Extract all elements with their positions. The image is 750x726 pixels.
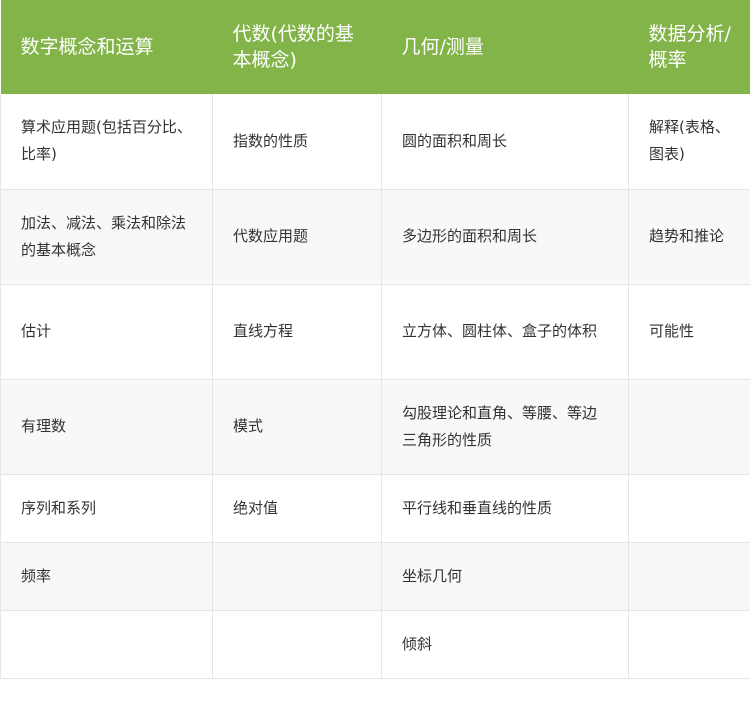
table-cell: 平行线和垂直线的性质 — [381, 473, 629, 543]
header-row: 数字概念和运算 代数(代数的基本概念) 几何/测量 数据分析/概率 — [0, 0, 750, 94]
table-cell: 指数的性质 — [212, 94, 382, 190]
table-cell: 坐标几何 — [381, 541, 629, 611]
table-cell: 勾股理论和直角、等腰、等边三角形的性质 — [381, 378, 629, 475]
table-row: 算术应用题(包括百分比、比率) 指数的性质 圆的面积和周长 解释(表格、图表) — [0, 94, 750, 190]
table-row: 有理数 模式 勾股理论和直角、等腰、等边三角形的性质 — [0, 378, 750, 475]
header-number-concepts: 数字概念和运算 — [0, 0, 213, 94]
table-cell: 解释(表格、图表) — [628, 94, 750, 190]
table-cell: 绝对值 — [212, 473, 382, 543]
header-geometry: 几何/测量 — [381, 0, 629, 94]
table-cell: 模式 — [212, 378, 382, 475]
table-cell: 代数应用题 — [212, 188, 382, 285]
table-cell: 有理数 — [0, 378, 213, 475]
table-cell: 可能性 — [628, 283, 750, 380]
table-cell — [628, 541, 750, 611]
table-cell — [628, 473, 750, 543]
table-row: 序列和系列 绝对值 平行线和垂直线的性质 — [0, 473, 750, 543]
table-cell: 加法、减法、乘法和除法的基本概念 — [0, 188, 213, 285]
table-cell: 算术应用题(包括百分比、比率) — [0, 94, 213, 190]
table-cell: 立方体、圆柱体、盒子的体积 — [381, 283, 629, 380]
header-data-analysis: 数据分析/概率 — [628, 0, 750, 94]
table-header: 数字概念和运算 代数(代数的基本概念) 几何/测量 数据分析/概率 — [0, 0, 750, 94]
table-row: 频率 坐标几何 — [0, 541, 750, 611]
table-row: 加法、减法、乘法和除法的基本概念 代数应用题 多边形的面积和周长 趋势和推论 — [0, 188, 750, 285]
header-algebra: 代数(代数的基本概念) — [212, 0, 382, 94]
table-cell — [212, 541, 382, 611]
table-cell: 直线方程 — [212, 283, 382, 380]
table-row: 估计 直线方程 立方体、圆柱体、盒子的体积 可能性 — [0, 283, 750, 380]
table-cell: 多边形的面积和周长 — [381, 188, 629, 285]
table-cell: 圆的面积和周长 — [381, 94, 629, 190]
table-cell: 趋势和推论 — [628, 188, 750, 285]
table-body: 算术应用题(包括百分比、比率) 指数的性质 圆的面积和周长 解释(表格、图表) … — [0, 94, 750, 679]
table-row: 倾斜 — [0, 609, 750, 679]
table-cell: 倾斜 — [381, 609, 629, 679]
table-cell: 序列和系列 — [0, 473, 213, 543]
table-cell: 估计 — [0, 283, 213, 380]
table-cell: 频率 — [0, 541, 213, 611]
table-cell — [628, 378, 750, 475]
table-cell — [628, 609, 750, 679]
subject-topics-table: 数字概念和运算 代数(代数的基本概念) 几何/测量 数据分析/概率 算术应用题(… — [0, 0, 750, 679]
table-cell — [0, 609, 213, 679]
table-cell — [212, 609, 382, 679]
